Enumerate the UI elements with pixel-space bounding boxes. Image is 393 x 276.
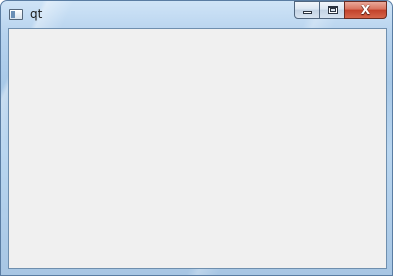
app-icon[interactable] [9,9,23,20]
close-button[interactable]: X [344,1,387,19]
client-area [8,28,387,269]
maximize-button[interactable] [319,1,345,19]
minimize-icon [303,11,312,14]
title-bar[interactable]: qt X [1,1,392,27]
app-window: qt X [0,0,393,276]
window-title: qt [30,7,43,21]
maximize-icon [328,6,338,14]
minimize-button[interactable] [294,1,320,19]
close-icon: X [360,3,371,17]
